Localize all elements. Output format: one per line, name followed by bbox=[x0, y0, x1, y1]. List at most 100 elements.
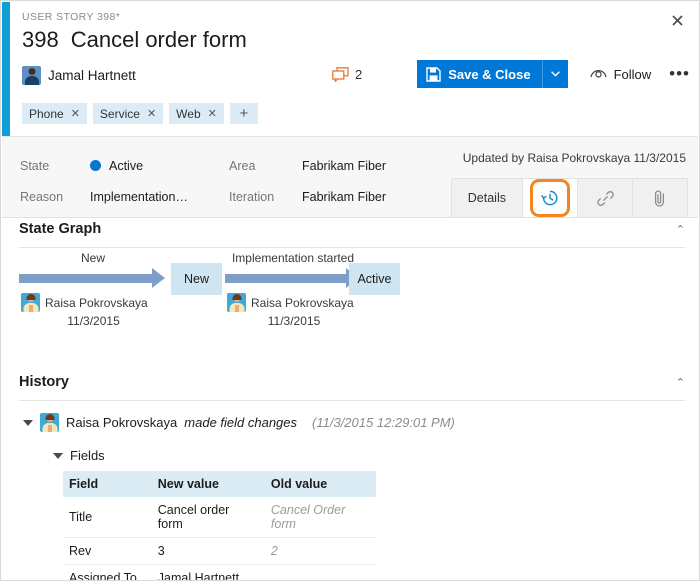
column-header-field: Field bbox=[63, 471, 152, 497]
history-title: History bbox=[19, 374, 69, 390]
state-node-label: New bbox=[184, 272, 209, 286]
header-toolbar: 2 Save & Close bbox=[332, 60, 690, 88]
reason-value[interactable]: Implementation… bbox=[90, 190, 188, 204]
tag-label: Phone bbox=[29, 107, 64, 121]
chevron-up-icon[interactable]: ⌃ bbox=[676, 223, 685, 236]
history-section-header: History ⌃ bbox=[19, 374, 685, 390]
save-dropdown-button[interactable] bbox=[542, 60, 568, 88]
close-icon[interactable]: ✕ bbox=[71, 107, 80, 120]
state-value[interactable]: Active bbox=[90, 159, 143, 173]
divider bbox=[19, 400, 685, 401]
avatar bbox=[22, 66, 41, 85]
work-item-dialog: USER STORY 398* 398 Cancel order form Ja… bbox=[0, 0, 700, 581]
field-changes-table: Field New value Old value Title Cancel o… bbox=[63, 471, 376, 581]
tag-item[interactable]: Phone ✕ bbox=[22, 103, 87, 124]
paperclip-icon bbox=[653, 189, 667, 207]
column-header-old-value: Old value bbox=[265, 471, 376, 497]
add-tag-button[interactable]: + bbox=[230, 103, 258, 124]
history-icon bbox=[541, 189, 559, 207]
tag-item[interactable]: Service ✕ bbox=[93, 103, 163, 124]
close-icon[interactable] bbox=[662, 6, 692, 34]
comment-icon bbox=[332, 67, 349, 82]
transition-date: 11/3/2015 bbox=[227, 314, 361, 328]
page-title: 398 Cancel order form bbox=[22, 27, 247, 53]
save-button[interactable]: Save & Close bbox=[417, 60, 541, 88]
history-fields-node[interactable]: Fields bbox=[53, 448, 105, 463]
table-row: Title Cancel order form Cancel Order for… bbox=[63, 497, 376, 538]
table-row: Rev 3 2 bbox=[63, 538, 376, 565]
discussion-button[interactable]: 2 bbox=[332, 67, 362, 82]
cell-field: Assigned To bbox=[63, 565, 152, 581]
state-node-new: New bbox=[171, 263, 222, 295]
expander-triangle-icon[interactable] bbox=[53, 453, 63, 459]
cell-new-value: Jamal Hartnett bbox=[152, 565, 265, 581]
reason-label: Reason bbox=[20, 190, 63, 204]
tag-list: Phone ✕ Service ✕ Web ✕ + bbox=[22, 103, 258, 124]
transition-date: 11/3/2015 bbox=[21, 314, 166, 328]
tag-label: Service bbox=[100, 107, 140, 121]
close-icon[interactable]: ✕ bbox=[147, 107, 156, 120]
work-item-fields-strip: State Active Reason Implementation… Area… bbox=[2, 136, 698, 218]
cell-old-value: Cancel Order form bbox=[265, 497, 376, 538]
avatar bbox=[40, 413, 59, 432]
area-value[interactable]: Fabrikam Fiber bbox=[302, 159, 386, 173]
breadcrumb: USER STORY 398* bbox=[22, 11, 120, 23]
tab-details-label: Details bbox=[468, 191, 506, 205]
chevron-up-icon[interactable]: ⌃ bbox=[676, 376, 685, 389]
save-icon bbox=[426, 67, 441, 82]
state-graph-title: State Graph bbox=[19, 221, 101, 237]
work-item-id: 398 bbox=[22, 27, 59, 53]
state-graph-section-header: State Graph ⌃ bbox=[19, 221, 685, 237]
history-timestamp: (11/3/2015 12:29:01 PM) bbox=[312, 415, 455, 430]
tab-links[interactable] bbox=[578, 179, 633, 217]
tab-details[interactable]: Details bbox=[452, 179, 523, 217]
expander-triangle-icon[interactable] bbox=[23, 420, 33, 426]
column-header-new-value: New value bbox=[152, 471, 265, 497]
tag-item[interactable]: Web ✕ bbox=[169, 103, 224, 124]
history-fields-label: Fields bbox=[70, 448, 105, 463]
state-transition-meta: Raisa Pokrovskaya 11/3/2015 bbox=[227, 293, 361, 328]
tab-history[interactable] bbox=[523, 179, 578, 217]
state-transition-arrow: New bbox=[19, 253, 167, 297]
cell-old-value: 2 bbox=[265, 538, 376, 565]
cell-old-value bbox=[265, 565, 376, 581]
save-and-close-group: Save & Close bbox=[417, 60, 567, 88]
follow-button[interactable]: Follow bbox=[590, 67, 652, 82]
iteration-value[interactable]: Fabrikam Fiber bbox=[302, 190, 386, 204]
cell-new-value: Cancel order form bbox=[152, 497, 265, 538]
work-item-header: USER STORY 398* 398 Cancel order form Ja… bbox=[10, 2, 698, 135]
state-graph: New Raisa Pokrovskaya 11/3/2015 New Impl… bbox=[19, 253, 689, 353]
tag-label: Web bbox=[176, 107, 200, 121]
cell-field: Rev bbox=[63, 538, 152, 565]
work-item-type-accent-bar bbox=[2, 2, 10, 136]
work-item-title[interactable]: Cancel order form bbox=[71, 27, 247, 53]
state-transition-meta: Raisa Pokrovskaya 11/3/2015 bbox=[21, 293, 166, 328]
follow-label: Follow bbox=[614, 67, 652, 82]
more-actions-button[interactable]: ••• bbox=[669, 69, 690, 79]
cell-field: Title bbox=[63, 497, 152, 538]
assigned-to-row[interactable]: Jamal Hartnett bbox=[22, 66, 136, 85]
eye-icon bbox=[590, 68, 607, 80]
transition-label: New bbox=[19, 251, 167, 265]
cell-new-value: 3 bbox=[152, 538, 265, 565]
assigned-to-name: Jamal Hartnett bbox=[48, 68, 136, 83]
divider bbox=[19, 247, 685, 248]
close-icon[interactable]: ✕ bbox=[208, 107, 217, 120]
state-label: State bbox=[20, 159, 49, 173]
iteration-label: Iteration bbox=[229, 190, 274, 204]
discussion-count: 2 bbox=[355, 67, 362, 82]
state-transition-arrow: Implementation started bbox=[225, 253, 361, 297]
transition-actor: Raisa Pokrovskaya bbox=[45, 296, 148, 310]
detail-tabs: Details bbox=[451, 178, 688, 217]
updated-by-text: Updated by Raisa Pokrovskaya 11/3/2015 bbox=[463, 151, 686, 165]
history-actor: Raisa Pokrovskaya bbox=[66, 415, 177, 430]
transition-actor: Raisa Pokrovskaya bbox=[251, 296, 354, 310]
chevron-down-icon bbox=[551, 71, 560, 77]
history-action: made field changes bbox=[184, 415, 297, 430]
tab-attachments[interactable] bbox=[633, 179, 687, 217]
avatar bbox=[227, 293, 246, 312]
history-entry: Raisa Pokrovskaya made field changes (11… bbox=[23, 413, 455, 432]
table-row: Assigned To Jamal Hartnett bbox=[63, 565, 376, 581]
link-icon bbox=[597, 190, 614, 207]
avatar bbox=[21, 293, 40, 312]
